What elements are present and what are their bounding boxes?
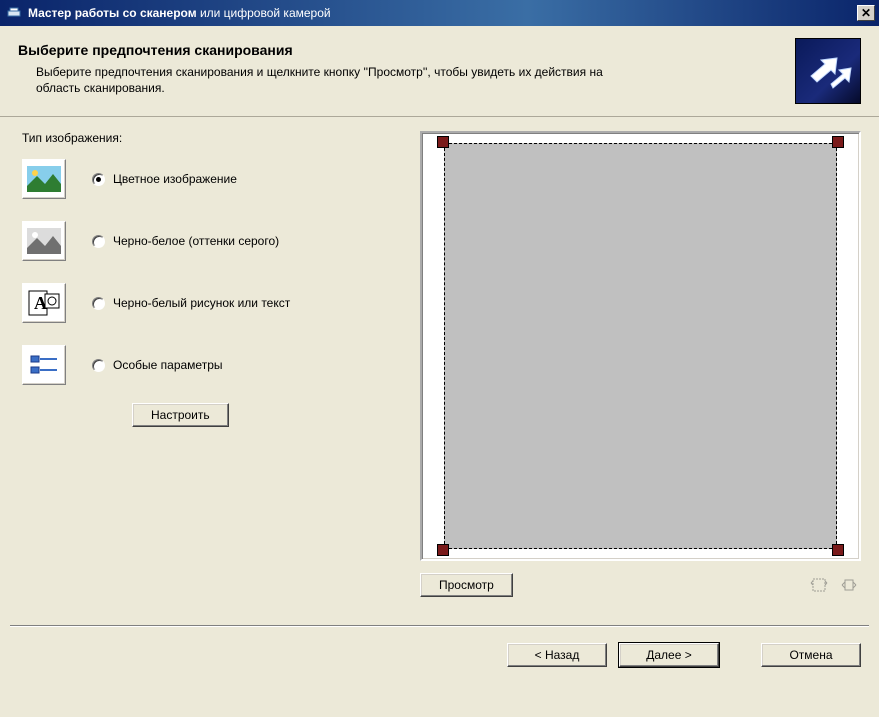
option-bw-text: A Черно-белый рисунок или текст [22, 283, 402, 323]
crop-handle-top-left[interactable] [437, 136, 449, 148]
back-button[interactable]: < Назад [507, 643, 607, 667]
radio-color[interactable]: Цветное изображение [92, 172, 237, 186]
radio-dot-icon [92, 297, 105, 310]
preview-button[interactable]: Просмотр [420, 573, 513, 597]
next-button[interactable]: Далее > [619, 643, 719, 667]
radio-grayscale[interactable]: Черно-белое (оттенки серого) [92, 234, 279, 248]
crop-handle-bottom-left[interactable] [437, 544, 449, 556]
option-color: Цветное изображение [22, 159, 402, 199]
scan-region[interactable] [444, 143, 837, 549]
grayscale-photo-icon[interactable] [22, 221, 66, 261]
actual-size-icon[interactable] [837, 574, 861, 596]
radio-bw-text[interactable]: Черно-белый рисунок или текст [92, 296, 290, 310]
color-photo-icon[interactable] [22, 159, 66, 199]
cancel-button[interactable]: Отмена [761, 643, 861, 667]
radio-label: Особые параметры [113, 358, 223, 372]
image-type-label: Тип изображения: [22, 131, 402, 145]
image-type-panel: Тип изображения: Цветное изображение Чер… [22, 131, 402, 597]
preview-panel: Просмотр [420, 131, 861, 597]
wizard-content: Выберите предпочтения сканирования Выбер… [0, 26, 879, 683]
option-custom: Особые параметры [22, 345, 402, 385]
radio-custom[interactable]: Особые параметры [92, 358, 223, 372]
close-icon: ✕ [861, 6, 871, 20]
radio-dot-icon [92, 359, 105, 372]
wizard-header: Выберите предпочтения сканирования Выбер… [0, 26, 879, 117]
page-description: Выберите предпочтения сканирования и щел… [18, 64, 638, 96]
configure-button[interactable]: Настроить [132, 403, 229, 427]
bw-text-icon[interactable]: A [22, 283, 66, 323]
close-button[interactable]: ✕ [857, 5, 875, 21]
window-title: Мастер работы со сканером или цифровой к… [28, 6, 331, 20]
scanner-wizard-icon [795, 38, 861, 104]
app-icon [6, 5, 22, 21]
custom-settings-icon[interactable] [22, 345, 66, 385]
crop-handle-top-right[interactable] [832, 136, 844, 148]
radio-dot-icon [92, 173, 105, 186]
fit-to-window-icon[interactable] [807, 574, 831, 596]
crop-handle-bottom-right[interactable] [832, 544, 844, 556]
radio-label: Цветное изображение [113, 172, 237, 186]
radio-dot-icon [92, 235, 105, 248]
title-bar: Мастер работы со сканером или цифровой к… [0, 0, 879, 26]
wizard-footer: < Назад Далее > Отмена [0, 627, 879, 683]
preview-area[interactable] [420, 131, 861, 561]
radio-label: Черно-белое (оттенки серого) [113, 234, 279, 248]
option-grayscale: Черно-белое (оттенки серого) [22, 221, 402, 261]
page-title: Выберите предпочтения сканирования [18, 42, 783, 58]
radio-label: Черно-белый рисунок или текст [113, 296, 290, 310]
